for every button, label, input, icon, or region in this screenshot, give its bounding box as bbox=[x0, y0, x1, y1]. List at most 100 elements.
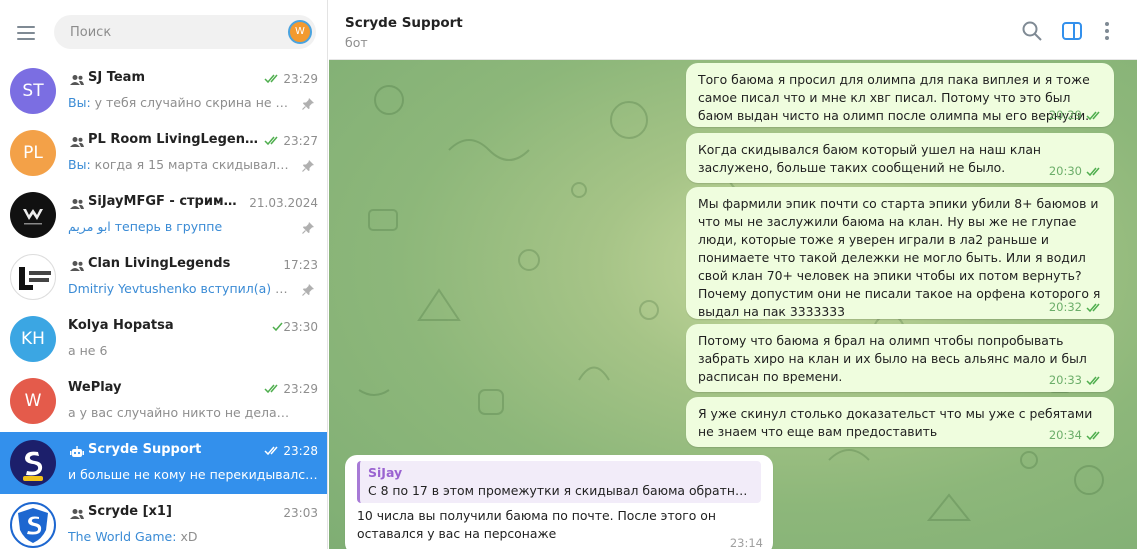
message-text: Я уже скинул столько доказательст что мы… bbox=[698, 406, 1093, 439]
message-incoming[interactable]: SiJay С 8 по 17 в этом промежутки я скид… bbox=[345, 455, 773, 549]
message-meta: 20:34 bbox=[1049, 426, 1104, 444]
chat-preview: ابو مريم теперь в группе bbox=[68, 219, 290, 234]
chat-preview: и больше не кому не перекидывался? bbox=[68, 467, 318, 482]
chat-time: 23:28 bbox=[283, 444, 318, 458]
chat-time: 23:27 bbox=[283, 134, 318, 148]
telegram-window: W ST SJ Team 23:29 Вы: у тебя случайно с… bbox=[0, 0, 1137, 549]
chat-name: Scryde [x1] bbox=[88, 504, 172, 519]
search-input[interactable] bbox=[70, 15, 280, 49]
pin-icon bbox=[302, 284, 314, 296]
message-area[interactable]: Того баюма я просил для олимпа для пака … bbox=[329, 60, 1137, 549]
avatar bbox=[10, 502, 56, 548]
avatar: PL bbox=[10, 130, 56, 176]
preview-sender: Dmitriy Yevtushenko bbox=[68, 281, 197, 296]
message-time: 23:14 bbox=[729, 536, 763, 549]
chat-time: 17:23 bbox=[283, 258, 318, 272]
chat-preview: а у вас случайно никто не делал скрин ..… bbox=[68, 405, 290, 420]
account-avatar[interactable]: W bbox=[288, 20, 312, 44]
avatar bbox=[10, 192, 56, 238]
read-checks-icon bbox=[1086, 376, 1100, 385]
scryde-shield-icon bbox=[18, 508, 48, 543]
chat-name: PL Room LivingLegends bbox=[88, 132, 258, 147]
read-checks-icon bbox=[264, 384, 278, 394]
read-checks-icon bbox=[1086, 431, 1100, 440]
preview-text: вступил(а) в г... bbox=[200, 281, 290, 296]
avatar: W bbox=[10, 378, 56, 424]
chat-time: 23:03 bbox=[283, 506, 318, 520]
group-icon bbox=[70, 199, 84, 209]
chat-list-sidebar: W ST SJ Team 23:29 Вы: у тебя случайно с… bbox=[0, 0, 328, 549]
avatar bbox=[10, 440, 56, 486]
chat-item-weplay[interactable]: W WePlay 23:29 а у вас случайно никто не… bbox=[0, 370, 327, 432]
message-text: Мы фармили эпик почти со старта эпики уб… bbox=[698, 196, 1101, 319]
message-text: 10 числа вы получили баюма по почте. Пос… bbox=[357, 508, 716, 541]
preview-sender: ابو مريم bbox=[68, 219, 111, 234]
more-options-icon[interactable] bbox=[1096, 20, 1118, 42]
chat-item-scryde-x1[interactable]: Scryde [x1] 23:03 The World Game: xD bbox=[0, 494, 327, 549]
message-text: Когда скидывался баюм который ушел на на… bbox=[698, 142, 1042, 175]
chat-time: 23:29 bbox=[283, 382, 318, 396]
group-icon bbox=[70, 509, 84, 519]
chat-time: 21.03.2024 bbox=[249, 196, 318, 210]
group-icon bbox=[70, 137, 84, 147]
chat-item-scryde-support[interactable]: Scryde Support 23:28 и больше не кому не… bbox=[0, 432, 327, 494]
chat-item-kolya-hopatsa[interactable]: KH Kolya Hopatsa 23:30 а не 6 bbox=[0, 308, 327, 370]
read-checks-icon bbox=[264, 446, 278, 456]
pin-icon bbox=[302, 98, 314, 110]
message-outgoing[interactable]: Того баюма я просил для олимпа для пака … bbox=[686, 63, 1114, 127]
preview-text: у тебя случайно скрина не ост... bbox=[94, 95, 290, 110]
search-icon[interactable] bbox=[1021, 20, 1043, 42]
chat-time: 23:30 bbox=[283, 320, 318, 334]
avatar: ST bbox=[10, 68, 56, 114]
avatar: KH bbox=[10, 316, 56, 362]
message-time: 20:29 bbox=[1048, 108, 1082, 122]
chat-preview: Dmitriy Yevtushenko вступил(а) в г... bbox=[68, 281, 290, 296]
chat-title[interactable]: Scryde Support bbox=[345, 15, 463, 31]
chat-preview: Вы: у тебя случайно скрина не ост... bbox=[68, 95, 290, 110]
chat-item-sijaymfgf[interactable]: SiJayMFGF - стримы Lin... 21.03.2024 ابو… bbox=[0, 184, 327, 246]
chat-item-sj-team[interactable]: ST SJ Team 23:29 Вы: у тебя случайно скр… bbox=[0, 60, 327, 122]
message-outgoing[interactable]: Потому что баюма я брал на олимп чтобы п… bbox=[686, 324, 1114, 392]
preview-text: теперь в группе bbox=[114, 219, 223, 234]
read-checks-icon bbox=[1086, 167, 1100, 176]
chat-name: Kolya Hopatsa bbox=[68, 318, 174, 333]
preview-text: когда я 15 марта скидывал на ... bbox=[94, 157, 290, 172]
chat-preview: The World Game: xD bbox=[68, 529, 290, 544]
search-box: W bbox=[54, 15, 316, 49]
preview-text: xD bbox=[180, 529, 198, 544]
message-text: Потому что баюма я брал на олимп чтобы п… bbox=[698, 333, 1087, 384]
preview-sender: The World Game: bbox=[68, 529, 177, 544]
message-meta: 20:32 bbox=[1049, 298, 1104, 316]
chat-status: бот bbox=[345, 35, 368, 50]
chat-name: Scryde Support bbox=[88, 442, 202, 457]
group-icon bbox=[70, 261, 84, 271]
read-checks-icon bbox=[1086, 111, 1100, 120]
reply-sender: SiJay bbox=[368, 465, 403, 480]
message-meta: 23:14 bbox=[730, 534, 763, 549]
chat-header: Scryde Support бот bbox=[329, 0, 1137, 60]
hamburger-menu-icon[interactable] bbox=[14, 20, 40, 46]
pin-icon bbox=[302, 222, 314, 234]
message-outgoing[interactable]: Я уже скинул столько доказательст что мы… bbox=[686, 397, 1114, 447]
message-time: 20:30 bbox=[1048, 164, 1082, 178]
living-legends-logo-icon bbox=[19, 267, 51, 290]
scryde-logo-icon bbox=[23, 451, 43, 481]
avatar bbox=[10, 254, 56, 300]
bot-icon bbox=[70, 446, 84, 457]
message-text: Того баюма я просил для олимпа для пака … bbox=[698, 72, 1090, 123]
message-time: 20:34 bbox=[1048, 428, 1082, 442]
chat-preview: а не 6 bbox=[68, 343, 108, 358]
chat-preview: Вы: когда я 15 марта скидывал на ... bbox=[68, 157, 290, 172]
preview-sender: Вы: bbox=[68, 95, 91, 110]
chat-item-clan-livinglegends[interactable]: Clan LivingLegends 17:23 Dmitriy Yevtush… bbox=[0, 246, 327, 308]
sidebar-toggle-icon[interactable] bbox=[1061, 20, 1083, 42]
sijay-logo-icon bbox=[23, 209, 43, 225]
chat-item-pl-room[interactable]: PL PL Room LivingLegends 23:27 Вы: когда… bbox=[0, 122, 327, 184]
message-outgoing[interactable]: Когда скидывался баюм который ушел на на… bbox=[686, 133, 1114, 183]
reply-quote[interactable]: SiJay С 8 по 17 в этом промежутки я скид… bbox=[357, 461, 761, 503]
chat-name: SiJayMFGF - стримы Lin... bbox=[88, 194, 248, 209]
pin-icon bbox=[302, 160, 314, 172]
message-time: 20:33 bbox=[1048, 373, 1082, 387]
message-outgoing[interactable]: Мы фармили эпик почти со старта эпики уб… bbox=[686, 187, 1114, 319]
chat-time: 23:29 bbox=[283, 72, 318, 86]
